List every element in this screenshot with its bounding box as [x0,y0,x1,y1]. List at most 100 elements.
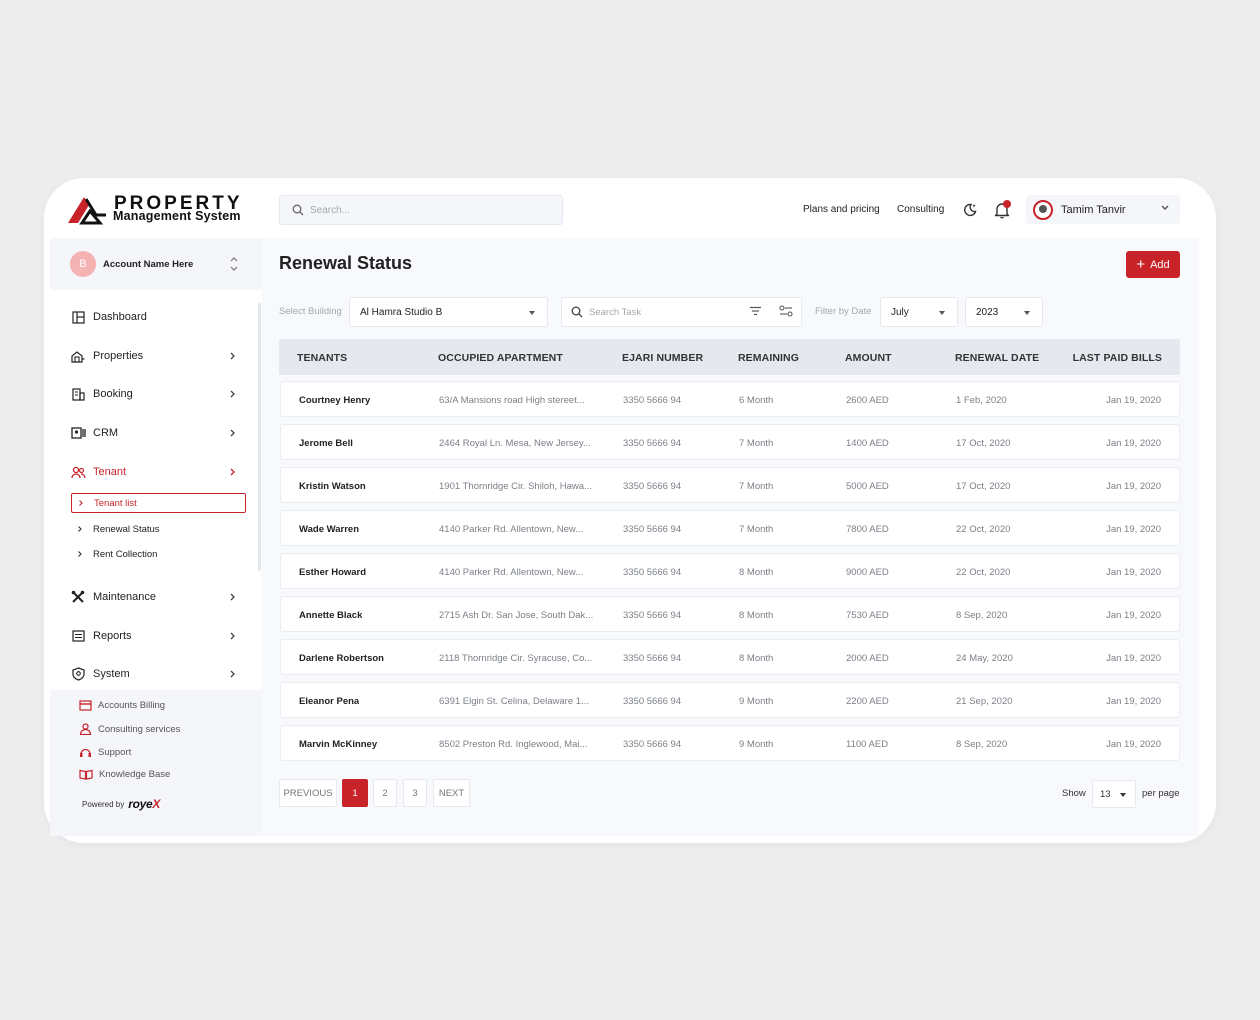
powered-by-label: Powered by [82,799,125,809]
cell-last-paid: Jan 19, 2020 [1106,739,1161,750]
sidebar-item-system[interactable]: System [70,664,240,684]
column-header-tenants[interactable]: TENANTS [297,352,347,364]
sidebar-subitem-label: Renewal Status [93,523,160,535]
table-row[interactable]: Courtney Henry 63/A Mansions road High s… [280,381,1180,417]
sidebar-subitem-tenant-list[interactable]: Tenant list [71,493,246,513]
chevron-right-icon [78,526,82,532]
month-select[interactable]: July [880,297,958,327]
sidebar-item-label: Tenant [93,466,127,478]
table-row[interactable]: Kristin Watson 1901 Thornridge Cir. Shil… [280,467,1180,503]
consulting-link[interactable]: Consulting [897,204,944,215]
chevron-right-icon [230,352,235,360]
royex-logo[interactable]: royeX [128,797,160,811]
cell-ejari: 3350 5666 94 [623,524,682,535]
app-logo[interactable]: PROPERTY Management System [66,192,256,226]
per-page-value: 13 [1100,788,1111,800]
caret-down-icon [1024,311,1030,315]
sidebar-item-crm[interactable]: CRM [70,423,240,443]
sidebar-item-properties[interactable]: Properties [70,346,240,366]
sidebar-link-knowledge-base[interactable]: Knowledge Base [79,769,170,780]
global-search[interactable] [279,195,563,225]
sidebar-item-reports[interactable]: Reports [70,626,240,646]
sidebar-link-consulting-services[interactable]: Consulting services [79,723,180,735]
dark-mode-icon[interactable] [962,202,978,218]
page-button-3[interactable]: 3 [403,779,427,807]
cell-remaining: 7 Month [739,481,774,492]
table-row[interactable]: Esther Howard 4140 Parker Rd. Allentown,… [280,553,1180,589]
cell-amount: 1400 AED [846,438,889,449]
sidebar-item-booking[interactable]: Booking [70,384,240,404]
cell-amount: 1100 AED [846,739,889,750]
book-icon [79,769,93,780]
tenant-icon [70,466,86,478]
sidebar-item-label: System [93,668,130,680]
sidebar-item-dashboard[interactable]: Dashboard [70,307,240,327]
cell-last-paid: Jan 19, 2020 [1106,438,1161,449]
bottom-link-label: Accounts Billing [98,700,166,711]
sidebar-item-label: Properties [93,350,144,362]
table-row[interactable]: Marvin McKinney 8502 Preston Rd. Inglewo… [280,725,1180,761]
cell-tenant: Marvin McKinney [299,739,378,750]
column-header-remaining[interactable]: REMAINING [738,352,799,364]
chevron-right-icon [230,429,235,437]
cell-amount: 5000 AED [846,481,889,492]
sidebar-subitem-rent-collection[interactable]: Rent Collection [71,544,246,564]
previous-page-button[interactable]: PREVIOUS [279,779,337,807]
year-select[interactable]: 2023 [965,297,1043,327]
account-switcher[interactable]: B Account Name Here [50,238,262,290]
table-row[interactable]: Wade Warren 4140 Parker Rd. Allentown, N… [280,510,1180,546]
building-select[interactable]: Al Hamra Studio B [349,297,548,327]
plans-pricing-link[interactable]: Plans and pricing [803,204,880,215]
sidebar-item-tenant[interactable]: Tenant [70,462,240,482]
sidebar-item-label: Reports [93,630,132,642]
table-row[interactable]: Darlene Robertson 2118 Thornridge Cir. S… [280,639,1180,675]
task-search-input[interactable] [589,306,729,318]
cell-remaining: 9 Month [739,739,774,750]
table-row[interactable]: Annette Black 2715 Ash Dr. San Jose, Sou… [280,596,1180,632]
table-row[interactable]: Eleanor Pena 6391 Elgin St. Celina, Dela… [280,682,1180,718]
bottom-link-label: Knowledge Base [99,769,171,780]
cell-renewal-date: 17 Oct, 2020 [956,481,1011,492]
page-button-1[interactable]: 1 [342,779,368,807]
sidebar-scrollbar[interactable] [258,303,261,571]
cell-renewal-date: 22 Oct, 2020 [956,567,1011,578]
search-input[interactable] [310,204,510,216]
cell-tenant: Esther Howard [299,567,367,578]
sidebar-link-support[interactable]: Support [79,746,131,758]
page-button-2[interactable]: 2 [373,779,397,807]
sidebar-item-maintenance[interactable]: Maintenance [70,587,240,607]
cell-tenant: Annette Black [299,610,363,621]
sliders-icon[interactable] [779,305,793,317]
next-page-button[interactable]: NEXT [433,779,470,807]
column-header-apartment[interactable]: OCCUPIED APARTMENT [438,352,563,364]
dashboard-icon [71,310,85,324]
sidebar-subitem-renewal-status[interactable]: Renewal Status [71,519,246,539]
filter-icon[interactable] [749,306,762,316]
chevron-right-icon [230,593,235,601]
cell-ejari: 3350 5666 94 [623,481,682,492]
cell-apartment: 2118 Thornridge Cir. Syracuse, Co... [439,653,593,664]
cell-ejari: 3350 5666 94 [623,567,682,578]
table-row[interactable]: Jerome Bell 2464 Royal Ln. Mesa, New Jer… [280,424,1180,460]
cell-tenant: Darlene Robertson [299,653,384,664]
sidebar-item-label: CRM [93,427,119,439]
powered-by: Powered by royeX [82,797,160,811]
column-header-amount[interactable]: AMOUNT [845,352,892,364]
cell-remaining: 8 Month [739,610,774,621]
column-header-renewal-date[interactable]: RENEWAL DATE [955,352,1039,364]
cell-remaining: 8 Month [739,653,774,664]
year-select-value: 2023 [976,306,999,318]
per-page-select[interactable]: 13 [1092,780,1136,808]
add-button[interactable]: + Add [1126,251,1180,278]
sidebar-link-accounts-billing[interactable]: Accounts Billing [79,700,165,711]
user-menu[interactable]: Tamim Tanvir [1026,195,1180,224]
show-label: Show [1062,788,1086,799]
column-header-ejari[interactable]: EJARI NUMBER [622,352,703,364]
cell-ejari: 3350 5666 94 [623,653,682,664]
billing-icon [79,700,92,711]
chevron-right-icon [79,500,83,506]
task-search[interactable] [561,297,802,327]
column-header-last-paid[interactable]: LAST PAID BILLS [1073,352,1162,364]
cell-ejari: 3350 5666 94 [623,438,682,449]
cell-apartment: 4140 Parker Rd. Allentown, New... [439,567,584,578]
